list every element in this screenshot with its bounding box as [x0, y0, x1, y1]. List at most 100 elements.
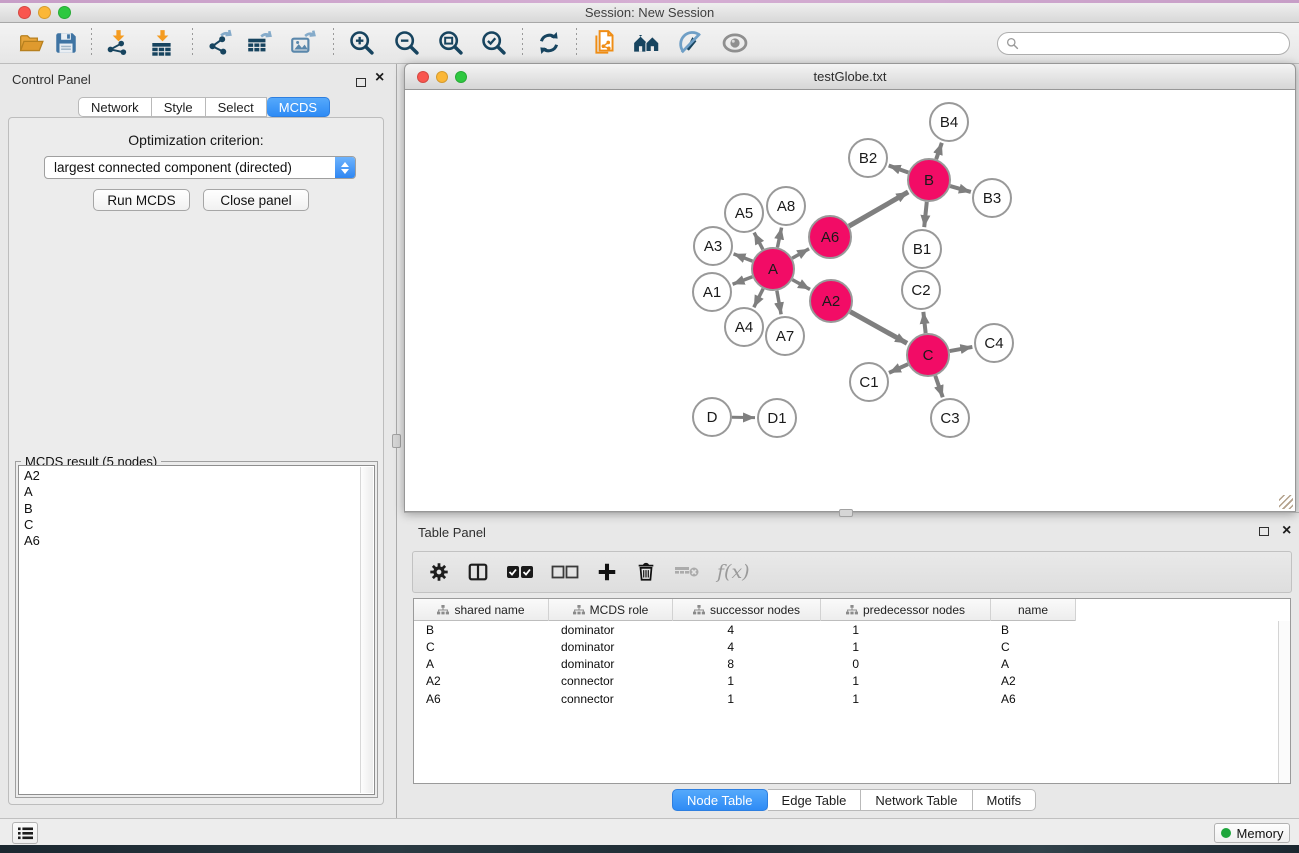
zoom-selected-button[interactable] [475, 26, 513, 60]
network-window-titlebar[interactable]: testGlobe.txt [404, 63, 1296, 90]
edge-B-B3[interactable] [950, 186, 971, 192]
node-table[interactable]: shared nameMCDS rolesuccessor nodesprede… [413, 598, 1291, 784]
mcds-result-item[interactable]: A2 [19, 468, 360, 484]
home-view-button[interactable] [628, 26, 666, 60]
graph-node-C3[interactable]: C3 [931, 399, 969, 437]
network-graph[interactable]: B4B2BB3A5A8A6A3B1AA1C2A2A4A7C4CC1C3DD1 [405, 90, 1295, 510]
edge-A-A2[interactable] [792, 280, 810, 290]
select-all-columns-button[interactable] [506, 564, 534, 580]
column-header-MCDS-role[interactable]: MCDS role [549, 599, 673, 621]
run-mcds-button[interactable]: Run MCDS [93, 189, 190, 211]
export-network-button[interactable] [201, 26, 239, 60]
show-graphics-details-button[interactable] [716, 26, 754, 60]
graph-node-A8[interactable]: A8 [767, 187, 805, 225]
edge-A-A3[interactable] [734, 254, 753, 261]
graph-node-B1[interactable]: B1 [903, 230, 941, 268]
table-scrollbar[interactable] [1278, 621, 1290, 783]
delete-column-button[interactable] [635, 561, 657, 583]
toggle-column-view-button[interactable] [467, 561, 489, 583]
graph-node-C2[interactable]: C2 [902, 271, 940, 309]
search-field[interactable] [997, 32, 1290, 55]
close-network-window-button[interactable] [417, 71, 429, 83]
column-header-name[interactable]: name [991, 599, 1076, 621]
edge-C-C2[interactable] [923, 312, 925, 333]
close-panel-button[interactable]: × [375, 73, 384, 83]
close-icon[interactable]: × [1282, 526, 1291, 536]
tab-motifs[interactable]: Motifs [973, 789, 1037, 811]
edge-B-B2[interactable] [889, 165, 909, 172]
minimize-network-window-button[interactable] [436, 71, 448, 83]
graph-node-A2[interactable]: A2 [810, 280, 852, 322]
memory-status-button[interactable]: Memory [1214, 823, 1290, 843]
table-row[interactable]: A2connector11A2 [414, 674, 1290, 690]
deselect-all-columns-button[interactable] [551, 564, 579, 580]
edge-A-A4[interactable] [754, 289, 763, 308]
tab-network-table[interactable]: Network Table [861, 789, 972, 811]
mcds-result-item[interactable]: B [19, 501, 360, 517]
graph-node-C4[interactable]: C4 [975, 324, 1013, 362]
graph-node-C[interactable]: C [907, 334, 949, 376]
mcds-result-list[interactable]: A2ABCA6 [18, 465, 375, 795]
vertical-splitter-handle[interactable] [392, 434, 401, 448]
graph-node-A1[interactable]: A1 [693, 273, 731, 311]
edge-C-C4[interactable] [950, 347, 973, 351]
tab-style[interactable]: Style [152, 97, 206, 117]
edge-A-A7[interactable] [777, 291, 781, 315]
edge-A-A5[interactable] [754, 233, 763, 250]
criterion-dropdown[interactable]: largest connected component (directed) [44, 156, 356, 179]
tab-mcds[interactable]: MCDS [267, 97, 330, 117]
float-panel-button[interactable] [356, 74, 366, 92]
task-history-button[interactable] [12, 822, 38, 844]
graph-node-B[interactable]: B [908, 159, 950, 201]
edge-A6-B[interactable] [849, 192, 908, 226]
table-row[interactable]: Cdominator41C [414, 640, 1290, 656]
table-row[interactable]: Adominator80A [414, 657, 1290, 673]
tab-network[interactable]: Network [78, 97, 152, 117]
graph-node-A7[interactable]: A7 [766, 317, 804, 355]
graph-node-A3[interactable]: A3 [694, 227, 732, 265]
import-network-button[interactable] [99, 26, 137, 60]
tab-select[interactable]: Select [206, 97, 267, 117]
graph-node-A4[interactable]: A4 [725, 308, 763, 346]
edge-A-A6[interactable] [792, 249, 809, 258]
graph-node-D1[interactable]: D1 [758, 399, 796, 437]
zoom-window-button[interactable] [58, 6, 71, 19]
graph-node-B4[interactable]: B4 [930, 103, 968, 141]
graph-node-D[interactable]: D [693, 398, 731, 436]
float-icon[interactable] [1259, 527, 1269, 536]
search-input[interactable] [1019, 36, 1289, 51]
style-disabled-button[interactable] [671, 26, 709, 60]
export-table-button[interactable] [240, 26, 278, 60]
refresh-view-button[interactable] [530, 26, 568, 60]
edge-C-C3[interactable] [935, 376, 942, 397]
network-canvas[interactable]: B4B2BB3A5A8A6A3B1AA1C2A2A4A7C4CC1C3DD1 [404, 90, 1296, 512]
open-session-button[interactable] [12, 26, 50, 60]
edge-B-B4[interactable] [936, 143, 942, 159]
graph-node-B2[interactable]: B2 [849, 139, 887, 177]
window-resize-grip[interactable] [1279, 495, 1293, 509]
table-row[interactable]: A6connector11A6 [414, 692, 1290, 708]
edge-A-A1[interactable] [733, 277, 753, 284]
create-column-button[interactable] [596, 561, 618, 583]
import-table-button[interactable] [143, 26, 181, 60]
edge-A-A8[interactable] [777, 228, 781, 248]
graph-node-A6[interactable]: A6 [809, 216, 851, 258]
zoom-in-button[interactable] [343, 26, 381, 60]
graph-node-B3[interactable]: B3 [973, 179, 1011, 217]
edge-A2-C[interactable] [850, 312, 907, 344]
export-image-button[interactable] [284, 26, 322, 60]
mcds-result-item[interactable]: A6 [19, 533, 360, 549]
zoom-out-button[interactable] [388, 26, 426, 60]
minimize-window-button[interactable] [38, 6, 51, 19]
clone-network-button[interactable] [586, 26, 624, 60]
table-settings-button[interactable] [428, 561, 450, 583]
mcds-result-item[interactable]: A [19, 484, 360, 500]
graph-node-C1[interactable]: C1 [850, 363, 888, 401]
column-header-predecessor-nodes[interactable]: predecessor nodes [821, 599, 991, 621]
save-session-button[interactable] [47, 26, 85, 60]
graph-node-A[interactable]: A [752, 248, 794, 290]
zoom-network-window-button[interactable] [455, 71, 467, 83]
zoom-fit-button[interactable] [432, 26, 470, 60]
edge-C-C1[interactable] [889, 364, 908, 373]
column-header-shared-name[interactable]: shared name [414, 599, 549, 621]
